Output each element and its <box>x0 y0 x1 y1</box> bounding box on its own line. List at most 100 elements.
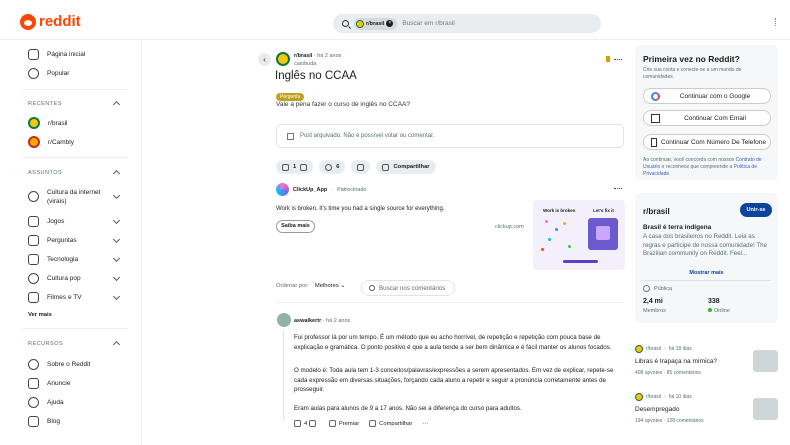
related-dot: · <box>664 346 666 352</box>
post-flair[interactable]: Pergunta <box>276 93 305 101</box>
chevron-down-icon <box>112 292 121 301</box>
comment-share-button[interactable]: Compartilhar <box>369 420 412 427</box>
sidebar-item-label: Cultura da internet (virais) <box>47 188 100 206</box>
ad-window-graphic <box>588 218 618 250</box>
members-label: Membros <box>643 308 666 314</box>
sidebar-item-games[interactable]: Jogos <box>28 216 121 227</box>
ad-sponsored: Patrocinado <box>337 186 367 193</box>
chevron-down-icon <box>112 235 121 244</box>
see-more-link[interactable]: Ver mais <box>28 312 52 318</box>
post-subreddit[interactable]: r/brasil <box>294 53 312 59</box>
post-body: Vale a pena fazer o curso de inglês no C… <box>276 101 410 108</box>
visibility-label: Pública <box>654 285 673 292</box>
recent-header[interactable]: RECENTES <box>28 100 121 109</box>
logo-text: reddit <box>39 13 81 30</box>
phone-login-button[interactable]: Continuar Com Número De Telefone <box>643 134 771 150</box>
legal-text: e reconhece que compreende a <box>660 164 734 170</box>
sidebar-item-questions[interactable]: Perguntas <box>28 235 121 246</box>
resources-header-label: RECURSOS <box>28 341 64 347</box>
home-icon <box>28 49 39 60</box>
comment-paragraph: Eram aulas para alunos de 9 a 17 anos. N… <box>294 405 522 412</box>
ad-text: Work is broken. It's time you had a sing… <box>276 206 445 212</box>
comment-author[interactable]: aswalkertr <box>294 318 321 324</box>
subreddit-avatar <box>635 393 643 401</box>
comment-search-input[interactable]: Buscar nos comentários <box>379 285 445 292</box>
ad-options-icon[interactable] <box>614 188 622 190</box>
advertiser-avatar[interactable] <box>276 183 289 196</box>
comment-actions: 4 Premiar Compartilhar ··· <box>294 420 428 427</box>
comment-vote[interactable]: 4 <box>294 420 319 427</box>
share-icon <box>382 163 390 171</box>
legal-text: Ao continuar, você concorda com nossos <box>643 157 736 163</box>
topics-header[interactable]: ASSUNTOS <box>28 169 121 178</box>
chevron-down-icon <box>112 254 121 263</box>
sidebar-item-technology[interactable]: Tecnologia <box>28 254 121 265</box>
downvote-icon[interactable] <box>308 420 316 427</box>
sidebar-item-home[interactable]: Página inicial <box>28 49 85 60</box>
post-title: Inglês no CCAA <box>275 70 357 82</box>
related-thumbnail[interactable] <box>753 398 778 420</box>
sidebar-item-label: Página inicial <box>47 51 86 58</box>
comment-search[interactable]: Buscar nos comentários <box>361 280 455 296</box>
post-meta: r/brasil · há 2 anos caiobuda <box>294 53 341 67</box>
archived-text: Post arquivado. Não é possível votar ou … <box>300 133 435 139</box>
comment-time: há 2 anos <box>326 318 351 324</box>
email-login-button[interactable]: Continuar Com Email <box>643 110 771 126</box>
sidebar-item-pop-culture[interactable]: Cultura pop <box>28 273 121 284</box>
comments-button[interactable]: 6 <box>319 160 346 174</box>
related-sub: r/brasil <box>646 394 662 400</box>
sidebar-item-cambly[interactable]: r/Cambly <box>28 136 74 148</box>
sidebar-item-label: r/Cambly <box>48 138 75 146</box>
community-name[interactable]: r/brasil <box>643 207 670 216</box>
sidebar-item-popular[interactable]: Popular <box>28 68 69 79</box>
sidebar-item-advertise[interactable]: Anuncie <box>28 378 71 389</box>
related-thumbnail[interactable] <box>753 350 778 372</box>
sidebar-item-movies[interactable]: Filmes e TV <box>28 292 121 303</box>
share-icon <box>369 420 377 427</box>
ad-image[interactable]: Work is broken Let's fix it <box>533 200 625 270</box>
ad-dot <box>563 222 566 225</box>
comment-award-button[interactable]: Premiar <box>328 420 359 427</box>
megaphone-icon <box>28 378 39 389</box>
comment-thread-line[interactable] <box>283 330 284 420</box>
commenter-avatar[interactable] <box>277 313 291 327</box>
community-panel: r/brasil Unir-se Brasil é terra indígena… <box>635 193 778 323</box>
post-options-icon[interactable] <box>614 59 622 61</box>
resources-header[interactable]: RECURSOS <box>28 340 121 349</box>
show-more-button[interactable]: Mostrar mais <box>635 270 778 276</box>
downvote-icon[interactable] <box>300 163 308 171</box>
sidebar-item-internet-culture[interactable]: Cultura da internet (virais) <box>28 188 121 206</box>
upvote-icon[interactable] <box>294 420 301 427</box>
ad-learn-more-button[interactable]: Saiba mais <box>276 220 315 233</box>
sort-label: Ordenar por: <box>276 283 309 289</box>
sidebar-item-brasil[interactable]: r/brasil <box>28 117 68 129</box>
back-button[interactable]: ‹ <box>258 53 271 66</box>
chip-close-icon[interactable]: × <box>386 20 394 27</box>
more-options-icon[interactable] <box>775 18 777 26</box>
search-input[interactable]: Buscar em r/brasil <box>402 20 454 27</box>
ad-url[interactable]: clickup.com <box>495 224 524 230</box>
reddit-logo[interactable]: reddit <box>20 13 81 30</box>
sort-dropdown[interactable]: Melhores ⌄ <box>315 283 345 289</box>
sidebar-item-help[interactable]: Ajuda <box>28 397 64 408</box>
google-login-button[interactable]: Continuar com o Google <box>643 88 771 104</box>
award-icon <box>357 163 365 171</box>
sidebar-item-blog[interactable]: Blog <box>28 416 60 427</box>
join-button[interactable]: Unir-se <box>740 203 772 217</box>
award-button[interactable] <box>351 160 371 174</box>
award-icon <box>328 420 336 427</box>
post-author[interactable]: caiobuda <box>294 61 316 67</box>
advertiser-name[interactable]: ClickUp_App <box>293 187 327 193</box>
sidebar-item-label: Filmes e TV <box>47 294 82 301</box>
upvote-icon[interactable] <box>282 163 289 171</box>
share-button[interactable]: Compartilhar <box>376 160 436 174</box>
subreddit-avatar[interactable] <box>276 52 290 66</box>
collapse-icon <box>112 100 121 109</box>
sidebar-item-about[interactable]: Sobre o Reddit <box>28 359 90 370</box>
cambly-avatar <box>28 136 40 148</box>
search-bar[interactable]: r/brasil × Buscar em r/brasil <box>333 14 601 33</box>
comment-vote-count: 4 <box>304 421 308 428</box>
comment-options-icon[interactable]: ··· <box>422 421 428 427</box>
search-scope-chip[interactable]: r/brasil × <box>354 17 398 30</box>
vote-control[interactable]: 1 <box>276 160 314 174</box>
